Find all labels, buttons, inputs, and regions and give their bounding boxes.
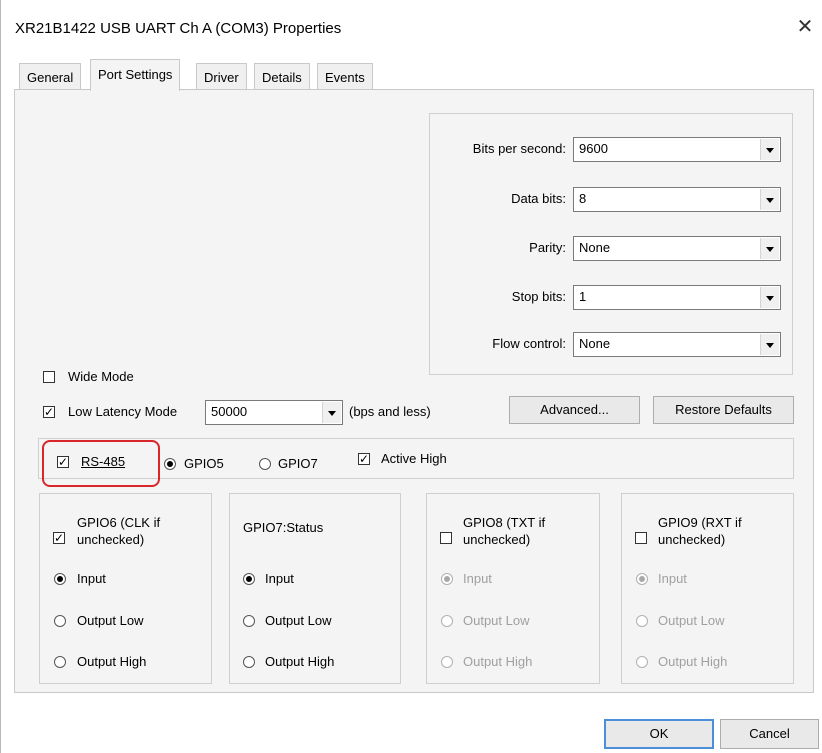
window-title: XR21B1422 USB UART Ch A (COM3) Propertie… (15, 20, 342, 37)
tab-events[interactable]: Events (317, 63, 373, 90)
gpio8-input-label: Input (463, 571, 492, 586)
gpio8-input-radio (441, 573, 453, 585)
chevron-down-icon (760, 334, 779, 355)
chevron-down-icon (760, 139, 779, 160)
properties-dialog: XR21B1422 USB UART Ch A (COM3) Propertie… (0, 0, 822, 753)
gpio9-output-low-label: Output Low (658, 613, 725, 628)
gpio6-output-low-label: Output Low (77, 613, 144, 628)
gpio7-output-low-label: Output Low (265, 613, 332, 628)
wide-mode-checkbox[interactable] (43, 371, 55, 383)
active-high-label: Active High (381, 451, 447, 466)
close-icon[interactable]: ✕ (791, 12, 819, 42)
gpio9-input-radio (636, 573, 648, 585)
cancel-button[interactable]: Cancel (720, 719, 819, 749)
gpio9-output-high-radio (636, 656, 648, 668)
restore-defaults-button[interactable]: Restore Defaults (653, 396, 794, 424)
gpio7-output-high-label: Output High (265, 654, 335, 669)
gpio9-output-low-radio (636, 615, 648, 627)
parity-label: Parity: (529, 240, 566, 255)
bits-per-second-select[interactable]: 9600 (573, 137, 781, 162)
gpio6-title: GPIO6 (CLK if unchecked) (77, 515, 161, 547)
gpio8-output-high-radio (441, 656, 453, 668)
stop-bits-label: Stop bits: (511, 289, 566, 304)
gpio6-input-radio[interactable] (54, 573, 66, 585)
ok-button[interactable]: OK (604, 719, 714, 749)
flow-control-select[interactable]: None (573, 332, 781, 357)
chevron-down-icon (322, 402, 341, 423)
gpio6-output-low-radio[interactable] (54, 615, 66, 627)
tab-driver[interactable]: Driver (196, 63, 247, 90)
chevron-down-icon (760, 238, 779, 259)
gpio6-output-high-radio[interactable] (54, 656, 66, 668)
chevron-down-icon (760, 287, 779, 308)
gpio8-checkbox[interactable] (440, 532, 452, 544)
bits-per-second-label: Bits per second: (472, 141, 566, 156)
low-latency-checkbox[interactable]: ✓ (43, 406, 55, 418)
gpio8-output-low-radio (441, 615, 453, 627)
parity-value: None (579, 240, 611, 255)
low-latency-label: Low Latency Mode (68, 404, 178, 419)
gpio8-output-low-label: Output Low (463, 613, 530, 628)
bits-per-second-value: 9600 (579, 141, 608, 156)
gpio7-status-title: GPIO7:Status (243, 520, 324, 535)
gpio7-label: GPIO7 (278, 456, 318, 471)
wide-mode-label: Wide Mode (68, 369, 134, 384)
gpio8-output-high-label: Output High (463, 654, 533, 669)
gpio8-title: GPIO8 (TXT if unchecked) (463, 515, 546, 547)
low-latency-select[interactable]: 50000 (205, 400, 343, 425)
gpio7-radio[interactable] (259, 458, 271, 470)
gpio6-output-high-label: Output High (77, 654, 147, 669)
gpio7-input-label: Input (265, 571, 294, 586)
tab-general[interactable]: General (19, 63, 82, 90)
gpio9-output-high-label: Output High (658, 654, 728, 669)
data-bits-select[interactable]: 8 (573, 187, 781, 212)
parity-select[interactable]: None (573, 236, 781, 261)
data-bits-label: Data bits: (511, 191, 566, 206)
gpio6-input-label: Input (77, 571, 106, 586)
flow-control-value: None (579, 336, 611, 351)
low-latency-suffix: (bps and less) (349, 404, 431, 419)
flow-control-label: Flow control: (492, 336, 566, 351)
gpio9-input-label: Input (658, 571, 687, 586)
gpio9-checkbox[interactable] (635, 532, 647, 544)
tab-port-settings[interactable]: Port Settings (90, 59, 181, 91)
gpio7-output-low-radio[interactable] (243, 615, 255, 627)
active-high-checkbox[interactable]: ✓ (358, 453, 370, 465)
gpio6-checkbox[interactable]: ✓ (53, 532, 65, 544)
stop-bits-value: 1 (579, 289, 587, 304)
gpio9-title: GPIO9 (RXT if unchecked) (658, 515, 742, 547)
rs485-highlight-annotation (42, 440, 160, 487)
gpio7-output-high-radio[interactable] (243, 656, 255, 668)
stop-bits-select[interactable]: 1 (573, 285, 781, 310)
low-latency-value: 50000 (211, 404, 248, 419)
tab-details[interactable]: Details (254, 63, 310, 90)
advanced-button[interactable]: Advanced... (509, 396, 640, 424)
chevron-down-icon (760, 189, 779, 210)
gpio5-label: GPIO5 (184, 456, 224, 471)
gpio5-radio[interactable] (164, 458, 176, 470)
gpio7-input-radio[interactable] (243, 573, 255, 585)
data-bits-value: 8 (579, 191, 587, 206)
